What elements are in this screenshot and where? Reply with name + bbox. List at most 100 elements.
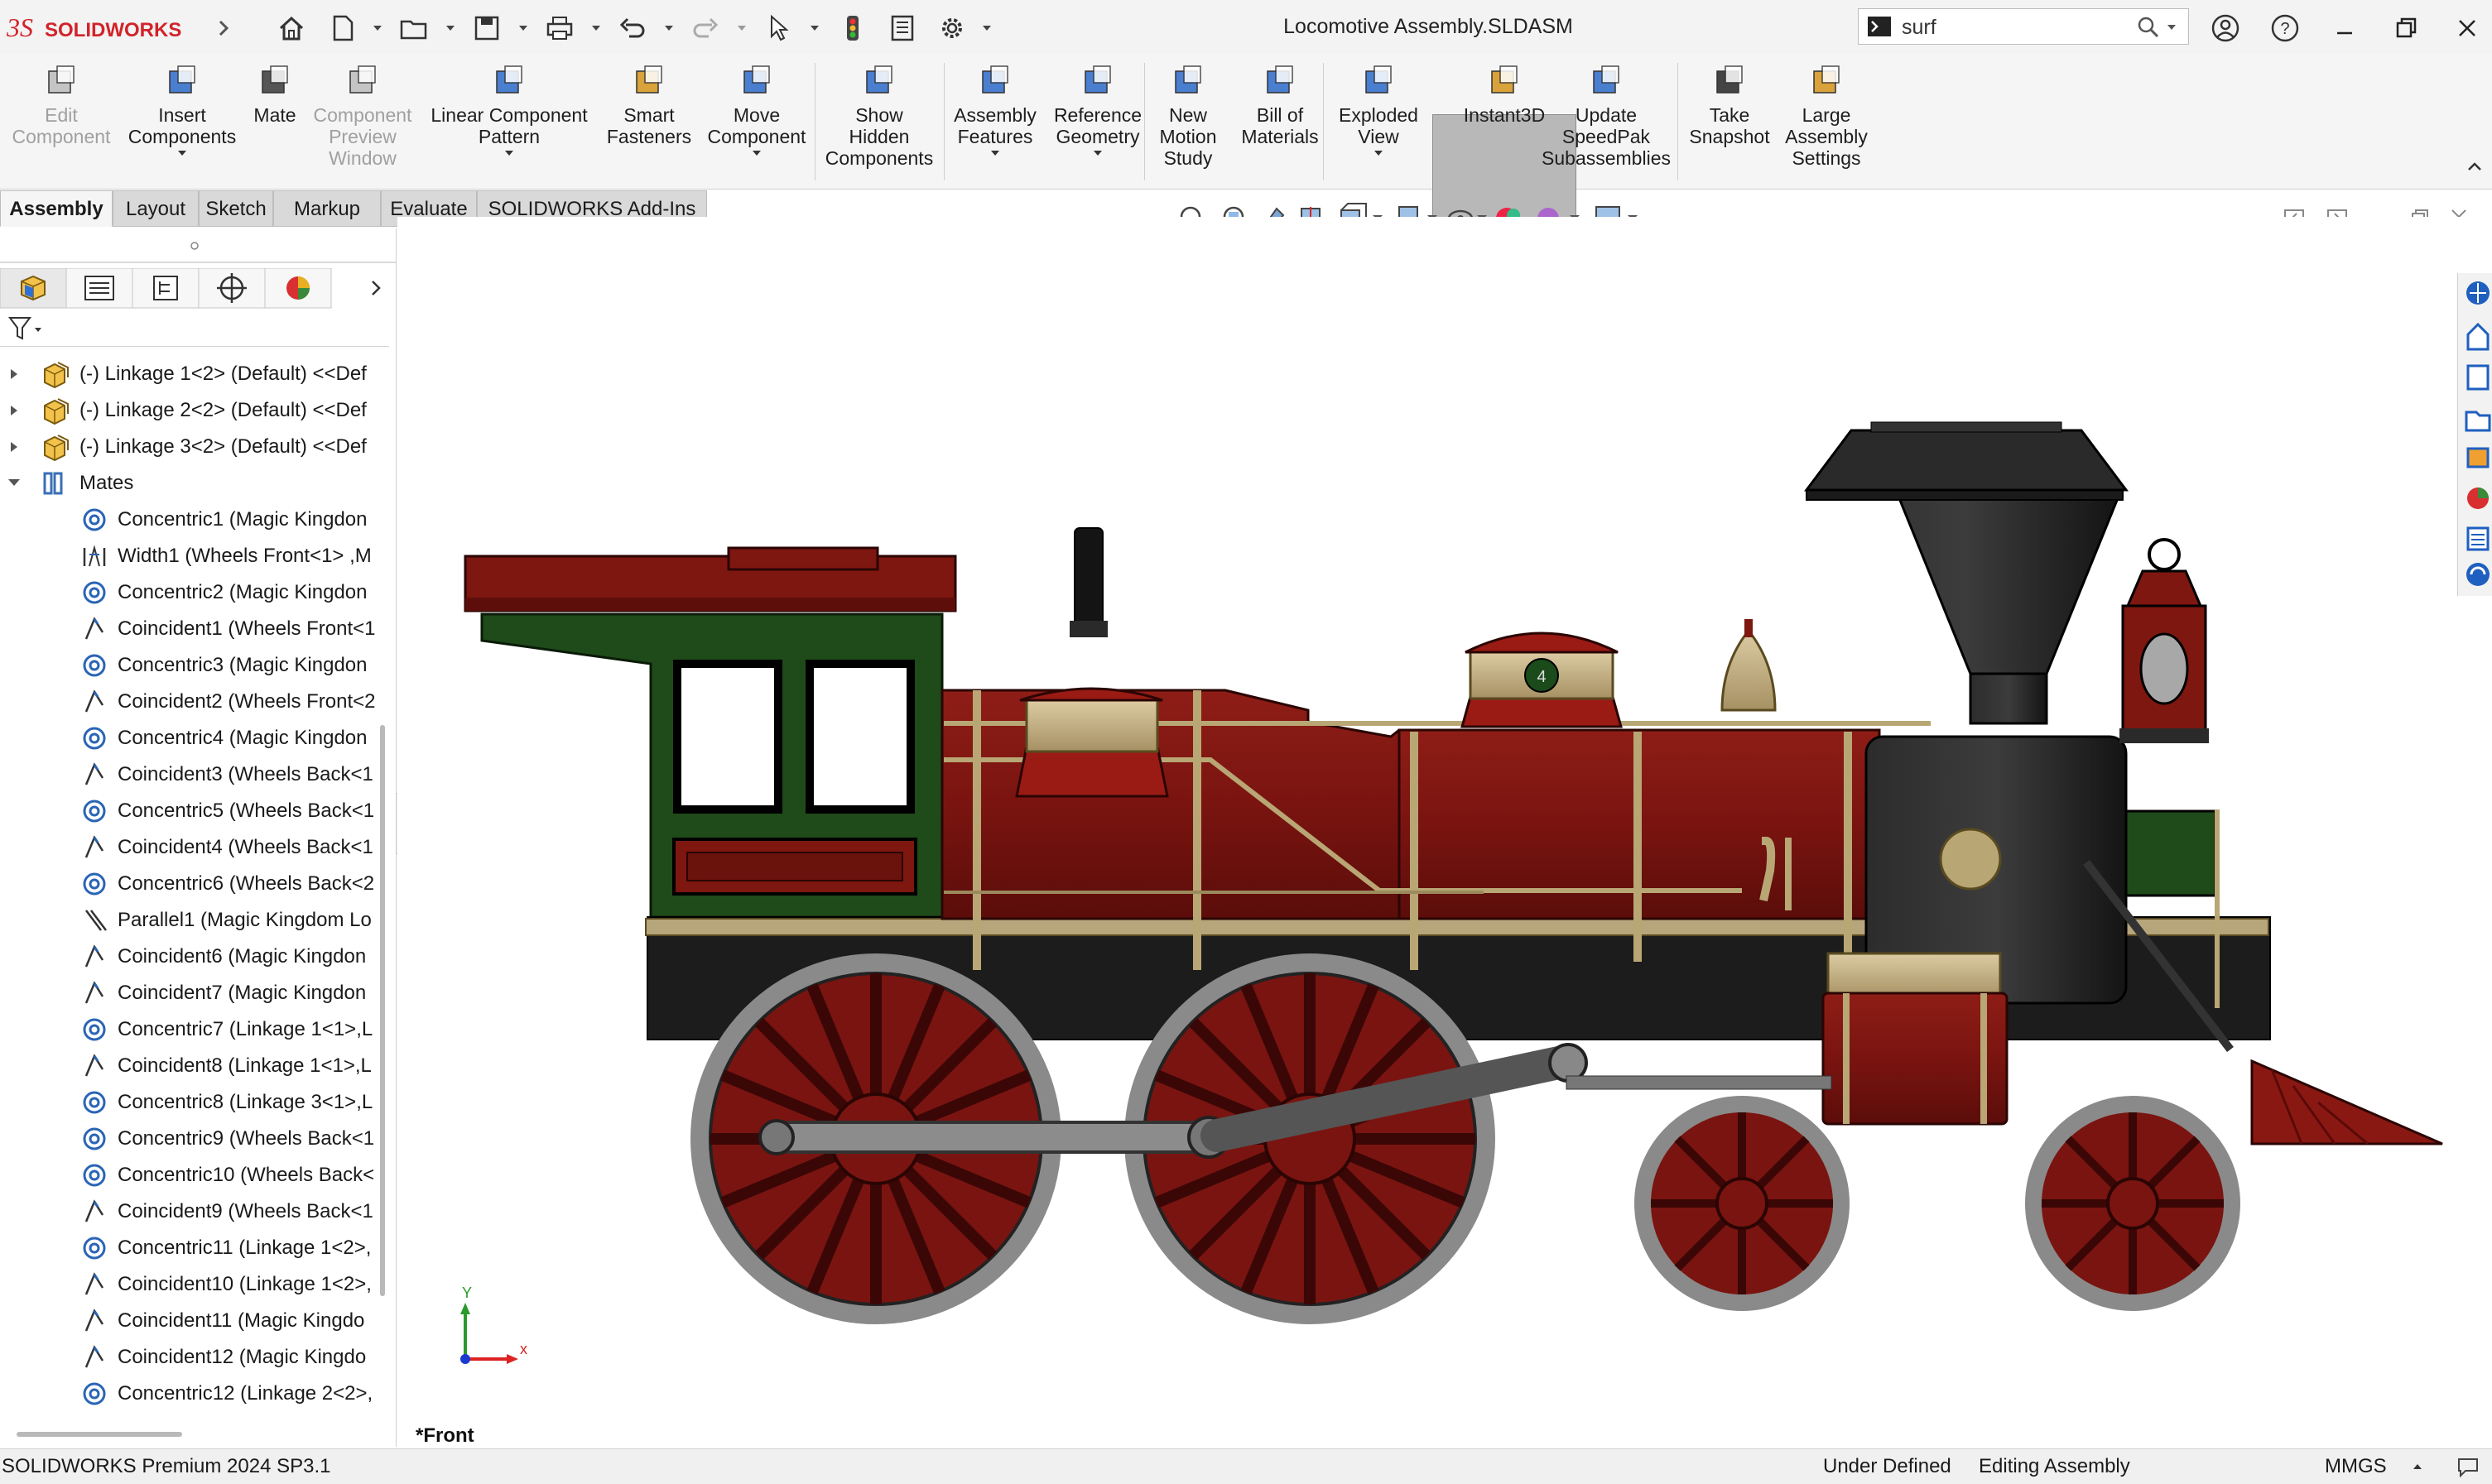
- linear-component-pattern-button[interactable]: Linear Component Pattern: [424, 63, 594, 157]
- locomotive-model[interactable]: 4 Y x *Front: [397, 217, 2492, 1448]
- tree-mate-row[interactable]: Width1 (Wheels Front<1> ,M: [0, 540, 381, 573]
- forum-icon[interactable]: [2466, 563, 2490, 586]
- tree-mate-row[interactable]: Coincident3 (Wheels Back<1: [0, 758, 381, 791]
- tree-mate-row[interactable]: Coincident11 (Magic Kingdo: [0, 1304, 381, 1338]
- tree-mate-row[interactable]: Coincident6 (Magic Kingdon: [0, 940, 381, 973]
- scenes-icon[interactable]: [2467, 487, 2489, 509]
- design-library-icon[interactable]: [2466, 322, 2490, 351]
- tree-mate-row[interactable]: Concentric6 (Wheels Back<2: [0, 867, 381, 900]
- search-icon[interactable]: [2137, 16, 2160, 39]
- tree-mate-row[interactable]: Concentric9 (Wheels Back<1: [0, 1122, 381, 1155]
- configuration-manager-tab-icon[interactable]: [153, 276, 178, 300]
- search-dropdown-icon[interactable]: [2165, 21, 2178, 34]
- property-manager-tab-icon[interactable]: [84, 276, 114, 300]
- home-icon[interactable]: [275, 12, 308, 45]
- component-preview-window-button[interactable]: Component Preview Window: [303, 63, 422, 169]
- bill-of-materials-button[interactable]: Bill of Materials: [1239, 63, 1321, 147]
- move-component-dropdown-icon[interactable]: [752, 149, 762, 157]
- tree-mate-row[interactable]: Coincident9 (Wheels Back<1: [0, 1195, 381, 1228]
- panel-splitter-handle-icon[interactable]: [189, 240, 200, 252]
- tree-mate-row[interactable]: Concentric4 (Magic Kingdon: [0, 722, 381, 755]
- tree-horizontal-scrollbar[interactable]: [17, 1432, 182, 1437]
- new-document-icon[interactable]: [326, 12, 359, 45]
- feature-manager-tab-icon[interactable]: [21, 275, 46, 301]
- display-manager-tab-icon[interactable]: [286, 276, 310, 300]
- redo-icon[interactable]: [689, 12, 722, 45]
- new-dropdown-icon[interactable]: [371, 22, 384, 35]
- tab-sketch[interactable]: Sketch: [199, 190, 273, 227]
- graphics-area[interactable]: 4 Y x *Front: [397, 217, 2492, 1448]
- smart-fasteners-button[interactable]: Smart Fasteners: [598, 63, 700, 147]
- expand-arrow-icon[interactable]: [8, 440, 20, 454]
- tree-component-row[interactable]: (-) Linkage 3<2> (Default) <<Def: [0, 430, 381, 463]
- tree-mate-row[interactable]: Concentric2 (Magic Kingdon: [0, 576, 381, 609]
- assembly-features-dropdown-icon[interactable]: [990, 149, 1000, 157]
- tree-mates-folder[interactable]: Mates: [0, 467, 381, 500]
- exploded-view-dropdown-icon[interactable]: [1373, 149, 1383, 157]
- tab-layout[interactable]: Layout: [113, 190, 199, 227]
- tree-component-row[interactable]: (-) Linkage 1<2> (Default) <<Def: [0, 358, 381, 391]
- rebuild-traffic-light-icon[interactable]: [836, 12, 869, 45]
- tree-mate-row[interactable]: Coincident7 (Magic Kingdon: [0, 977, 381, 1010]
- expand-arrow-icon[interactable]: [8, 404, 20, 417]
- mate-button[interactable]: Mate: [248, 63, 301, 126]
- view-palette-icon[interactable]: [2465, 411, 2491, 432]
- solidworks-logo[interactable]: 3S SOLIDWORKS: [5, 8, 229, 46]
- tree-mate-row[interactable]: Parallel1 (Magic Kingdom Lo: [0, 904, 381, 937]
- user-account-icon[interactable]: [2209, 12, 2242, 45]
- feedback-icon[interactable]: [2456, 1454, 2480, 1479]
- tree-vertical-scrollbar[interactable]: [380, 725, 385, 1296]
- tree-mate-row[interactable]: Coincident4 (Wheels Back<1: [0, 831, 381, 864]
- assembly-features-button[interactable]: Assembly Features: [944, 63, 1046, 157]
- undo-icon[interactable]: [616, 12, 649, 45]
- expand-menu-icon[interactable]: [207, 12, 240, 45]
- select-dropdown-icon[interactable]: [808, 22, 821, 35]
- options-dropdown-icon[interactable]: [980, 22, 993, 35]
- reference-geometry-dropdown-icon[interactable]: [1093, 149, 1103, 157]
- open-dropdown-icon[interactable]: [444, 22, 457, 35]
- tree-mate-row[interactable]: Coincident1 (Wheels Front<1: [0, 612, 381, 646]
- search-box[interactable]: surf: [1858, 8, 2189, 45]
- tree-component-row[interactable]: (-) Linkage 2<2> (Default) <<Def: [0, 394, 381, 427]
- tab-assembly[interactable]: Assembly: [0, 190, 113, 227]
- file-explorer-icon[interactable]: [2466, 364, 2490, 391]
- tree-mate-row[interactable]: Concentric11 (Linkage 1<2>,: [0, 1232, 381, 1265]
- expand-arrow-icon[interactable]: [8, 367, 20, 381]
- restore-window-icon[interactable]: [2389, 12, 2422, 45]
- solidworks-resources-icon[interactable]: [2466, 281, 2490, 305]
- close-window-icon[interactable]: [2451, 12, 2484, 45]
- tree-mate-row[interactable]: Concentric5 (Wheels Back<1: [0, 795, 381, 828]
- custom-properties-icon[interactable]: [2466, 526, 2490, 551]
- tree-mate-row[interactable]: Coincident10 (Linkage 1<2>,: [0, 1268, 381, 1301]
- appearances-icon[interactable]: [2466, 447, 2490, 468]
- tree-mate-row[interactable]: Concentric10 (Wheels Back<: [0, 1159, 381, 1192]
- insert-components-button[interactable]: Insert Components: [119, 63, 245, 157]
- large-assembly-settings-button[interactable]: Large Assembly Settings: [1777, 63, 1876, 169]
- tree-mate-row[interactable]: Coincident2 (Wheels Front<2: [0, 685, 381, 718]
- tree-mate-row[interactable]: Concentric7 (Linkage 1<1>,L: [0, 1013, 381, 1046]
- linear-component-pattern-dropdown-icon[interactable]: [504, 149, 514, 157]
- minimize-window-icon[interactable]: [2328, 12, 2361, 45]
- print-icon[interactable]: [543, 12, 576, 45]
- save-dropdown-icon[interactable]: [517, 22, 530, 35]
- new-motion-study-button[interactable]: New Motion Study: [1154, 63, 1222, 169]
- save-icon[interactable]: [470, 12, 503, 45]
- units-up-arrow-icon[interactable]: [2411, 1461, 2424, 1472]
- tree-filter-bar[interactable]: [0, 310, 389, 347]
- collapse-arrow-icon[interactable]: [7, 477, 22, 488]
- search-input[interactable]: surf: [1902, 16, 1936, 40]
- tree-mate-row[interactable]: Concentric1 (Magic Kingdon: [0, 503, 381, 536]
- tree-mate-row[interactable]: Concentric12 (Linkage 2<2>,: [0, 1377, 381, 1410]
- show-hidden-components-button[interactable]: Show Hidden Components: [816, 63, 942, 169]
- edit-component-button[interactable]: Edit Component: [3, 63, 119, 147]
- options-gear-icon[interactable]: [936, 12, 969, 45]
- move-component-button[interactable]: Move Component: [705, 63, 808, 157]
- open-folder-icon[interactable]: [397, 12, 431, 45]
- tree-mate-row[interactable]: Coincident8 (Linkage 1<1>,L: [0, 1049, 381, 1083]
- take-snapshot-button[interactable]: Take Snapshot: [1687, 63, 1772, 147]
- tree-mate-row[interactable]: Coincident12 (Magic Kingdo: [0, 1341, 381, 1374]
- tree-mate-row[interactable]: Concentric3 (Magic Kingdon: [0, 649, 381, 682]
- undo-dropdown-icon[interactable]: [662, 22, 676, 35]
- reference-geometry-button[interactable]: Reference Geometry: [1046, 63, 1149, 157]
- units-selector[interactable]: MMGS: [2325, 1449, 2387, 1484]
